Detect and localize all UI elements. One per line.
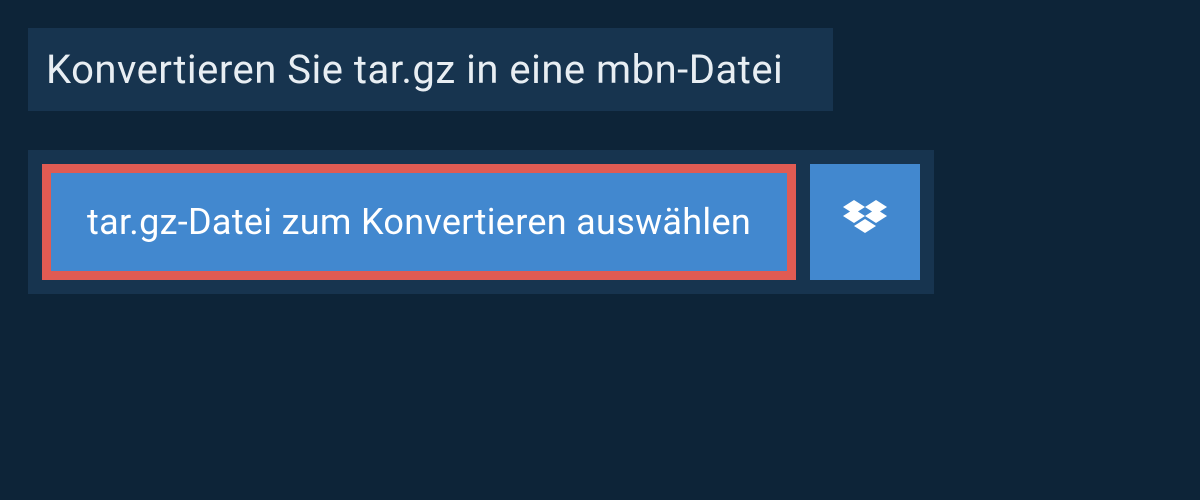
dropbox-icon (843, 200, 887, 244)
header-panel: Konvertieren Sie tar.gz in eine mbn-Date… (28, 28, 833, 111)
dropbox-button[interactable] (810, 164, 920, 280)
select-file-button[interactable]: tar.gz-Datei zum Konvertieren auswählen (42, 164, 796, 280)
action-row: tar.gz-Datei zum Konvertieren auswählen (28, 150, 934, 294)
select-file-label: tar.gz-Datei zum Konvertieren auswählen (87, 201, 751, 243)
page-title: Konvertieren Sie tar.gz in eine mbn-Date… (46, 46, 783, 93)
